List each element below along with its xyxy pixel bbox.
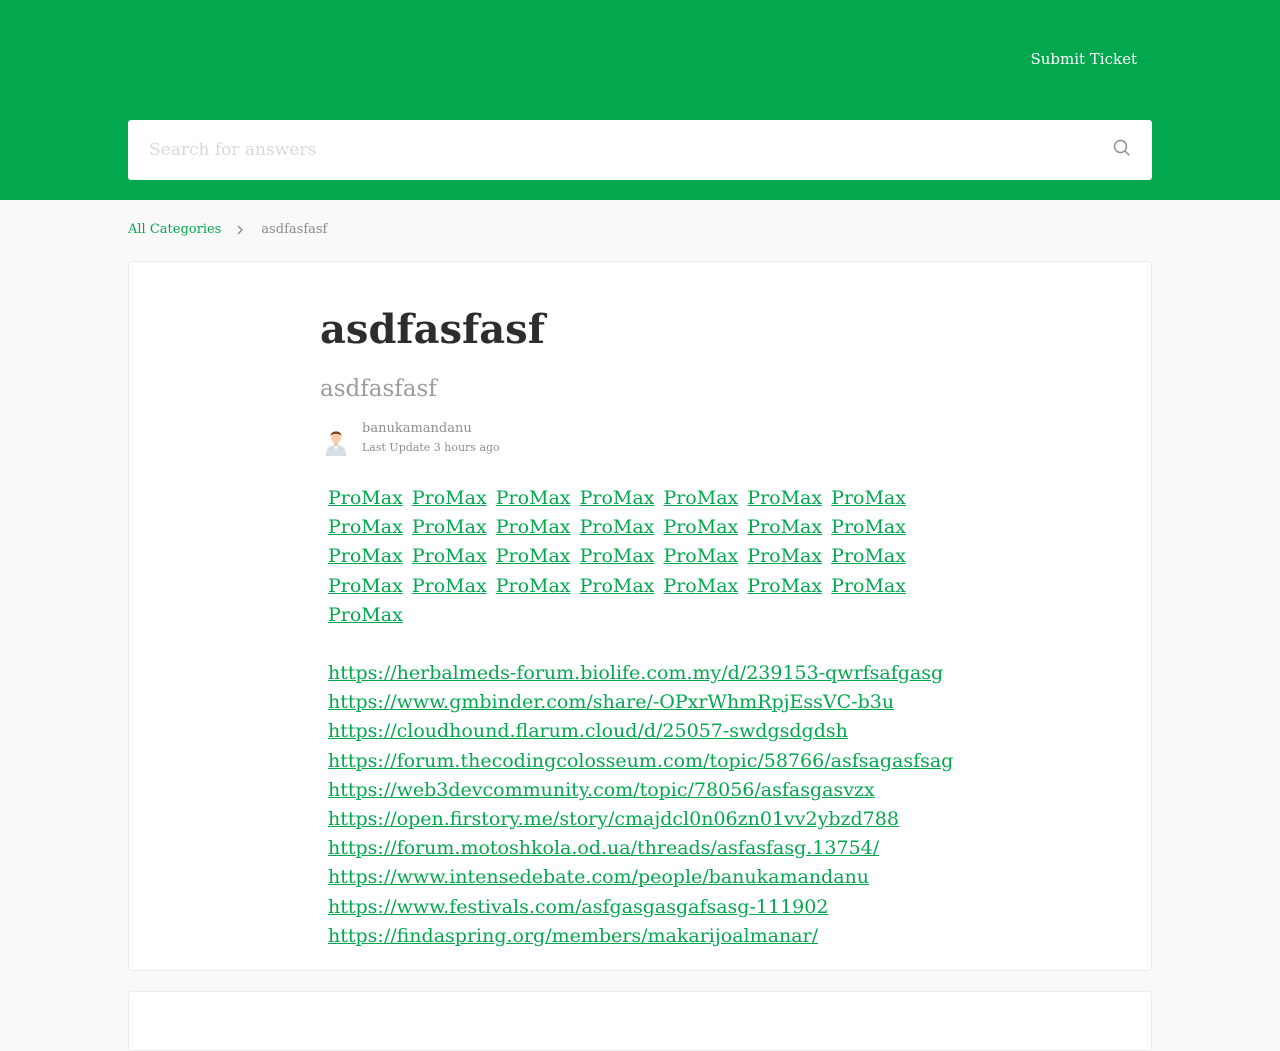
promax-link[interactable]: ProMax — [663, 487, 738, 509]
breadcrumb-current: asdfasfasf — [261, 222, 328, 237]
external-link[interactable]: https://forum.thecodingcolosseum.com/top… — [328, 747, 968, 776]
promax-link[interactable]: ProMax — [412, 516, 487, 538]
promax-link[interactable]: ProMax — [328, 545, 403, 567]
promax-link[interactable]: ProMax — [328, 516, 403, 538]
external-link[interactable]: https://findaspring.org/members/makarijo… — [328, 922, 968, 951]
author-info: banukamandanu Last Update 3 hours ago — [320, 420, 500, 458]
promax-link[interactable]: ProMax — [412, 575, 487, 597]
promax-link[interactable]: ProMax — [747, 516, 822, 538]
external-link[interactable]: https://www.intensedebate.com/people/ban… — [328, 863, 968, 892]
last-updated: Last Update 3 hours ago — [362, 441, 500, 454]
promax-link[interactable]: ProMax — [747, 487, 822, 509]
promax-link[interactable]: ProMax — [580, 545, 655, 567]
promax-link[interactable]: ProMax — [412, 545, 487, 567]
promax-link[interactable]: ProMax — [747, 545, 822, 567]
user-avatar-icon — [320, 424, 352, 456]
promax-link[interactable]: ProMax — [747, 575, 822, 597]
promax-link[interactable]: ProMax — [328, 575, 403, 597]
promax-link[interactable]: ProMax — [580, 516, 655, 538]
external-link[interactable]: https://www.gmbinder.com/share/-OPxrWhmR… — [328, 688, 968, 717]
promax-link[interactable]: ProMax — [496, 545, 571, 567]
site-header: Submit Ticket — [0, 0, 1280, 200]
secondary-card — [128, 991, 1152, 1051]
promax-link[interactable]: ProMax — [831, 516, 906, 538]
promax-link[interactable]: ProMax — [663, 545, 738, 567]
external-link[interactable]: https://cloudhound.flarum.cloud/d/25057-… — [328, 717, 968, 746]
promax-link[interactable]: ProMax — [496, 575, 571, 597]
search-box — [128, 120, 1152, 180]
search-input[interactable] — [128, 120, 1088, 180]
promax-link-list: ProMax ProMax ProMax ProMax ProMax ProMa… — [328, 484, 968, 630]
external-link[interactable]: https://open.firstory.me/story/cmajdcl0n… — [328, 805, 968, 834]
breadcrumb-all-categories[interactable]: All Categories — [128, 222, 221, 237]
promax-link[interactable]: ProMax — [831, 575, 906, 597]
promax-link[interactable]: ProMax — [412, 487, 487, 509]
url-link-list: https://herbalmeds-forum.biolife.com.my/… — [328, 659, 968, 951]
external-link[interactable]: https://herbalmeds-forum.biolife.com.my/… — [328, 659, 968, 688]
article-card: asdfasfasf asdfasfasf banukamandanu Last… — [128, 261, 1152, 971]
submit-ticket-link[interactable]: Submit Ticket — [1030, 50, 1137, 68]
promax-link[interactable]: ProMax — [580, 487, 655, 509]
article-body: ProMax ProMax ProMax ProMax ProMax ProMa… — [328, 484, 968, 951]
promax-link[interactable]: ProMax — [328, 487, 403, 509]
article-title: asdfasfasf — [320, 306, 545, 353]
search-icon[interactable] — [1112, 138, 1132, 158]
promax-link[interactable]: ProMax — [831, 487, 906, 509]
external-link[interactable]: https://forum.motoshkola.od.ua/threads/a… — [328, 834, 968, 863]
promax-link[interactable]: ProMax — [663, 516, 738, 538]
promax-link[interactable]: ProMax — [496, 516, 571, 538]
promax-link[interactable]: ProMax — [663, 575, 738, 597]
promax-link[interactable]: ProMax — [496, 487, 571, 509]
promax-link[interactable]: ProMax — [580, 575, 655, 597]
article-subtitle: asdfasfasf — [320, 376, 437, 402]
author-name: banukamandanu — [362, 421, 472, 436]
promax-link[interactable]: ProMax — [831, 545, 906, 567]
external-link[interactable]: https://www.festivals.com/asfgasgasgafsa… — [328, 893, 968, 922]
promax-link[interactable]: ProMax — [328, 604, 403, 626]
chevron-right-icon — [237, 225, 244, 234]
breadcrumb: All Categories asdfasfasf — [128, 222, 327, 237]
external-link[interactable]: https://web3devcommunity.com/topic/78056… — [328, 776, 968, 805]
